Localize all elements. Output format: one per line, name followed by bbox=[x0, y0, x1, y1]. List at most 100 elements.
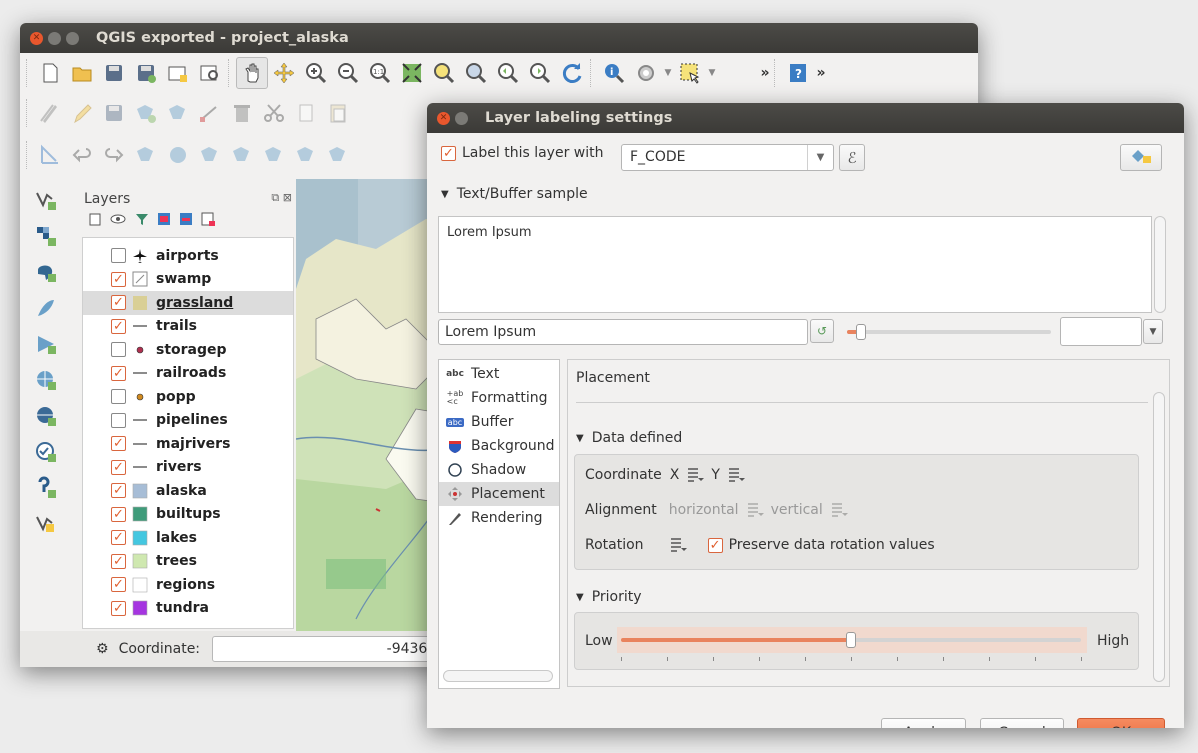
toolbar-overflow-icon[interactable]: » bbox=[814, 57, 828, 89]
sample-scrollbar[interactable] bbox=[1154, 216, 1166, 313]
layer-item-popp[interactable]: popp bbox=[83, 385, 293, 409]
layer-item-storagep[interactable]: storagep bbox=[83, 338, 293, 362]
filter-legend-icon[interactable] bbox=[134, 211, 150, 231]
close-panel-icon[interactable]: ⊠ bbox=[283, 191, 292, 204]
reset-sample-button[interactable]: ↺ bbox=[810, 319, 834, 343]
collapse-all-icon[interactable] bbox=[178, 211, 194, 231]
layer-item-tundra[interactable]: tundra bbox=[83, 597, 293, 621]
nav-item-background[interactable]: Background bbox=[439, 434, 559, 458]
data-defined-override-icon[interactable] bbox=[668, 537, 688, 553]
layout-manager-icon[interactable] bbox=[194, 57, 226, 89]
apply-button[interactable]: Apply bbox=[881, 718, 966, 728]
help-icon[interactable]: ? bbox=[782, 57, 814, 89]
toolbar-handle[interactable] bbox=[26, 59, 32, 87]
chevron-down-icon[interactable]: ▼ bbox=[807, 145, 833, 170]
manage-visibility-icon[interactable] bbox=[110, 211, 128, 231]
add-raster-layer-icon[interactable] bbox=[24, 219, 68, 253]
layer-item-airports[interactable]: airports bbox=[83, 244, 293, 268]
nav-item-formatting[interactable]: +ab <c Formatting bbox=[439, 386, 559, 410]
zoom-last-icon[interactable] bbox=[492, 57, 524, 89]
nav-item-placement[interactable]: Placement bbox=[439, 482, 559, 506]
expand-all-icon[interactable] bbox=[156, 211, 172, 231]
cancel-button[interactable]: Cancel bbox=[980, 718, 1064, 728]
preserve-rotation-checkbox[interactable] bbox=[707, 537, 723, 553]
add-delimited-text-layer-icon[interactable] bbox=[24, 471, 68, 505]
data-defined-override-icon[interactable] bbox=[745, 502, 765, 518]
nav-horizontal-scrollbar[interactable] bbox=[443, 670, 553, 682]
identify-icon[interactable]: i bbox=[598, 57, 630, 89]
layer-visibility-checkbox[interactable] bbox=[111, 553, 126, 569]
dropdown-arrow-icon[interactable]: ▼ bbox=[662, 57, 674, 89]
sample-zoom-slider-track[interactable] bbox=[847, 330, 1051, 334]
priority-header[interactable]: ▼ Priority bbox=[576, 589, 642, 605]
layer-visibility-checkbox[interactable] bbox=[111, 295, 126, 311]
layer-visibility-checkbox[interactable] bbox=[111, 412, 126, 428]
label-field-combo[interactable]: F_CODE ▼ bbox=[621, 144, 834, 171]
toolbar-handle[interactable] bbox=[26, 99, 32, 127]
layer-visibility-checkbox[interactable] bbox=[111, 389, 126, 405]
priority-slider-handle[interactable] bbox=[846, 632, 856, 648]
add-feature-icon[interactable] bbox=[130, 97, 162, 129]
layer-visibility-checkbox[interactable] bbox=[111, 483, 126, 499]
layer-visibility-checkbox[interactable] bbox=[111, 342, 126, 358]
sample-section-header[interactable]: ▼ Text/Buffer sample bbox=[441, 186, 588, 202]
coordinate-toggle-icon[interactable]: ⚙ bbox=[96, 641, 109, 657]
node-tool-icon[interactable] bbox=[194, 97, 226, 129]
save-edits-icon[interactable] bbox=[98, 97, 130, 129]
data-defined-options-button[interactable] bbox=[1120, 144, 1162, 171]
cut-features-icon[interactable] bbox=[258, 97, 290, 129]
minimize-icon[interactable] bbox=[48, 31, 61, 45]
paste-features-icon[interactable] bbox=[322, 97, 354, 129]
save-project-icon[interactable] bbox=[98, 57, 130, 89]
layer-visibility-checkbox[interactable] bbox=[111, 577, 126, 593]
layer-item-trails[interactable]: trails bbox=[83, 315, 293, 339]
toolbar-overflow-icon[interactable]: » bbox=[758, 57, 772, 89]
layer-visibility-checkbox[interactable] bbox=[111, 530, 126, 546]
data-defined-override-icon[interactable] bbox=[726, 467, 746, 483]
redo-icon[interactable] bbox=[98, 139, 130, 171]
minimize-icon[interactable] bbox=[455, 111, 468, 125]
layer-visibility-checkbox[interactable] bbox=[111, 506, 126, 522]
run-action-icon[interactable] bbox=[630, 57, 662, 89]
copy-features-icon[interactable] bbox=[290, 97, 322, 129]
panel-scrollbar[interactable] bbox=[1153, 392, 1165, 682]
layer-item-builtups[interactable]: builtups bbox=[83, 503, 293, 527]
fill-ring-icon[interactable] bbox=[258, 139, 290, 171]
data-defined-override-icon[interactable] bbox=[829, 502, 849, 518]
expression-button[interactable]: ℰ bbox=[839, 144, 865, 171]
layer-item-rivers[interactable]: rivers bbox=[83, 456, 293, 480]
data-defined-header[interactable]: ▼ Data defined bbox=[576, 430, 682, 446]
save-as-icon[interactable] bbox=[130, 57, 162, 89]
nav-item-shadow[interactable]: Shadow bbox=[439, 458, 559, 482]
zoom-to-selection-icon[interactable] bbox=[428, 57, 460, 89]
add-wfs-layer-icon[interactable] bbox=[24, 435, 68, 469]
add-postgis-layer-icon[interactable] bbox=[24, 255, 68, 289]
open-project-icon[interactable] bbox=[66, 57, 98, 89]
float-panel-icon[interactable]: ⧉ bbox=[271, 191, 279, 204]
layer-item-swamp[interactable]: swamp bbox=[83, 268, 293, 292]
add-group-icon[interactable] bbox=[88, 211, 104, 231]
delete-part-icon[interactable] bbox=[322, 139, 354, 171]
layer-item-regions[interactable]: regions bbox=[83, 573, 293, 597]
layer-visibility-checkbox[interactable] bbox=[111, 248, 126, 264]
zoom-native-icon[interactable]: 1:1 bbox=[364, 57, 396, 89]
toolbar-handle[interactable] bbox=[774, 59, 780, 87]
layer-item-majrivers[interactable]: majrivers bbox=[83, 432, 293, 456]
undo-icon[interactable] bbox=[66, 139, 98, 171]
add-wcs-layer-icon[interactable] bbox=[24, 399, 68, 433]
refresh-icon[interactable] bbox=[556, 57, 588, 89]
pan-to-selection-icon[interactable] bbox=[268, 57, 300, 89]
add-mssql-layer-icon[interactable] bbox=[24, 327, 68, 361]
layer-visibility-checkbox[interactable] bbox=[111, 436, 126, 452]
layer-item-trees[interactable]: trees bbox=[83, 550, 293, 574]
layer-visibility-checkbox[interactable] bbox=[111, 365, 126, 381]
label-layer-checkbox[interactable] bbox=[441, 145, 456, 161]
zoom-next-icon[interactable] bbox=[524, 57, 556, 89]
new-layer-icon[interactable] bbox=[24, 507, 68, 541]
zoom-in-icon[interactable] bbox=[300, 57, 332, 89]
data-defined-override-icon[interactable] bbox=[685, 467, 705, 483]
layer-item-railroads[interactable]: railroads bbox=[83, 362, 293, 386]
add-spatialite-layer-icon[interactable] bbox=[24, 291, 68, 325]
rotate-feature-icon[interactable] bbox=[130, 139, 162, 171]
layer-item-pipelines[interactable]: pipelines bbox=[83, 409, 293, 433]
